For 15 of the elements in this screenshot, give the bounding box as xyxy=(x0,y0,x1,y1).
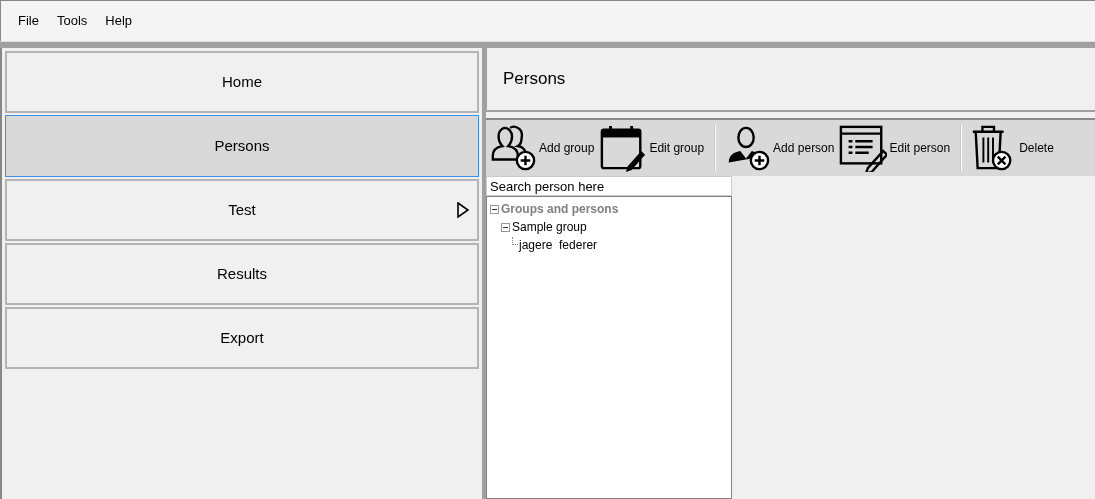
menu-item[interactable]: File xyxy=(9,9,48,33)
add-group-button[interactable]: Add group xyxy=(488,121,596,175)
nav-button[interactable]: Results xyxy=(5,243,479,305)
nav-button[interactable]: Test xyxy=(5,179,479,241)
edit-group-button[interactable]: Edit group xyxy=(598,121,706,175)
menu-item[interactable]: Tools xyxy=(47,9,97,33)
menu-item[interactable]: Help xyxy=(96,9,142,33)
nav-button[interactable]: Persons xyxy=(5,115,479,177)
delete-button[interactable]: Delete xyxy=(968,121,1055,175)
edit-person-button[interactable]: Edit person xyxy=(838,121,952,175)
nav-button[interactable]: Export xyxy=(5,307,479,369)
nav-button[interactable]: Home xyxy=(5,51,479,113)
search-field[interactable]: Search person here xyxy=(486,176,732,196)
add-person-button[interactable]: Add person xyxy=(722,121,836,175)
page-title: Persons xyxy=(503,68,566,91)
